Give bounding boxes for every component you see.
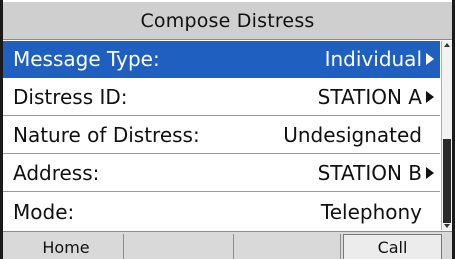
- scroll-down-icon: [444, 224, 450, 228]
- menu-item-value: Telephony: [320, 199, 422, 224]
- menu-item-label: Distress ID:: [13, 85, 128, 109]
- screen-title: Compose Distress: [3, 2, 452, 40]
- menu-item-message-type[interactable]: Message Type: Individual: [3, 41, 440, 78]
- call-softkey[interactable]: Call: [343, 234, 442, 259]
- softkey-bar: Home Call: [3, 231, 452, 259]
- menu-item-value: STATION A: [317, 85, 422, 109]
- menu-item-label: Mode:: [13, 199, 75, 224]
- menu-scrollbar[interactable]: [441, 41, 452, 230]
- menu-item-nature-of-distress[interactable]: Nature of Distress: Undesignated: [3, 117, 440, 154]
- home-softkey[interactable]: Home: [9, 234, 124, 259]
- menu-item-distress-id[interactable]: Distress ID: STATION A: [3, 79, 440, 116]
- submenu-arrow-icon: [426, 53, 434, 65]
- scroll-thumb[interactable]: [443, 139, 451, 223]
- softkey-3[interactable]: [234, 234, 341, 259]
- menu-item-value-group: Telephony: [321, 200, 434, 224]
- menu-item-value: STATION B: [317, 161, 422, 185]
- radio-display: Compose Distress Message Type: Individua…: [0, 0, 455, 259]
- menu-item-value-group: STATION B: [318, 161, 434, 185]
- menu-item-value: Individual: [324, 47, 422, 71]
- menu-item-value-group: Individual: [325, 47, 434, 71]
- menu-item-mode[interactable]: Mode: Telephony: [3, 193, 440, 230]
- settings-menu: Message Type: Individual Distress ID: ST…: [3, 41, 440, 230]
- menu-item-value-group: Undesignated: [283, 123, 434, 147]
- menu-item-label: Address:: [13, 161, 100, 185]
- submenu-arrow-icon: [426, 91, 434, 103]
- menu-item-address[interactable]: Address: STATION B: [3, 155, 440, 192]
- submenu-arrow-icon: [426, 167, 434, 179]
- softkey-2[interactable]: [124, 234, 234, 259]
- menu-item-value-group: STATION A: [318, 85, 434, 109]
- menu-item-label: Message Type:: [13, 47, 160, 71]
- menu-item-label: Nature of Distress:: [13, 123, 200, 147]
- scroll-up-icon: [444, 43, 450, 47]
- menu-item-value: Undesignated: [283, 123, 422, 147]
